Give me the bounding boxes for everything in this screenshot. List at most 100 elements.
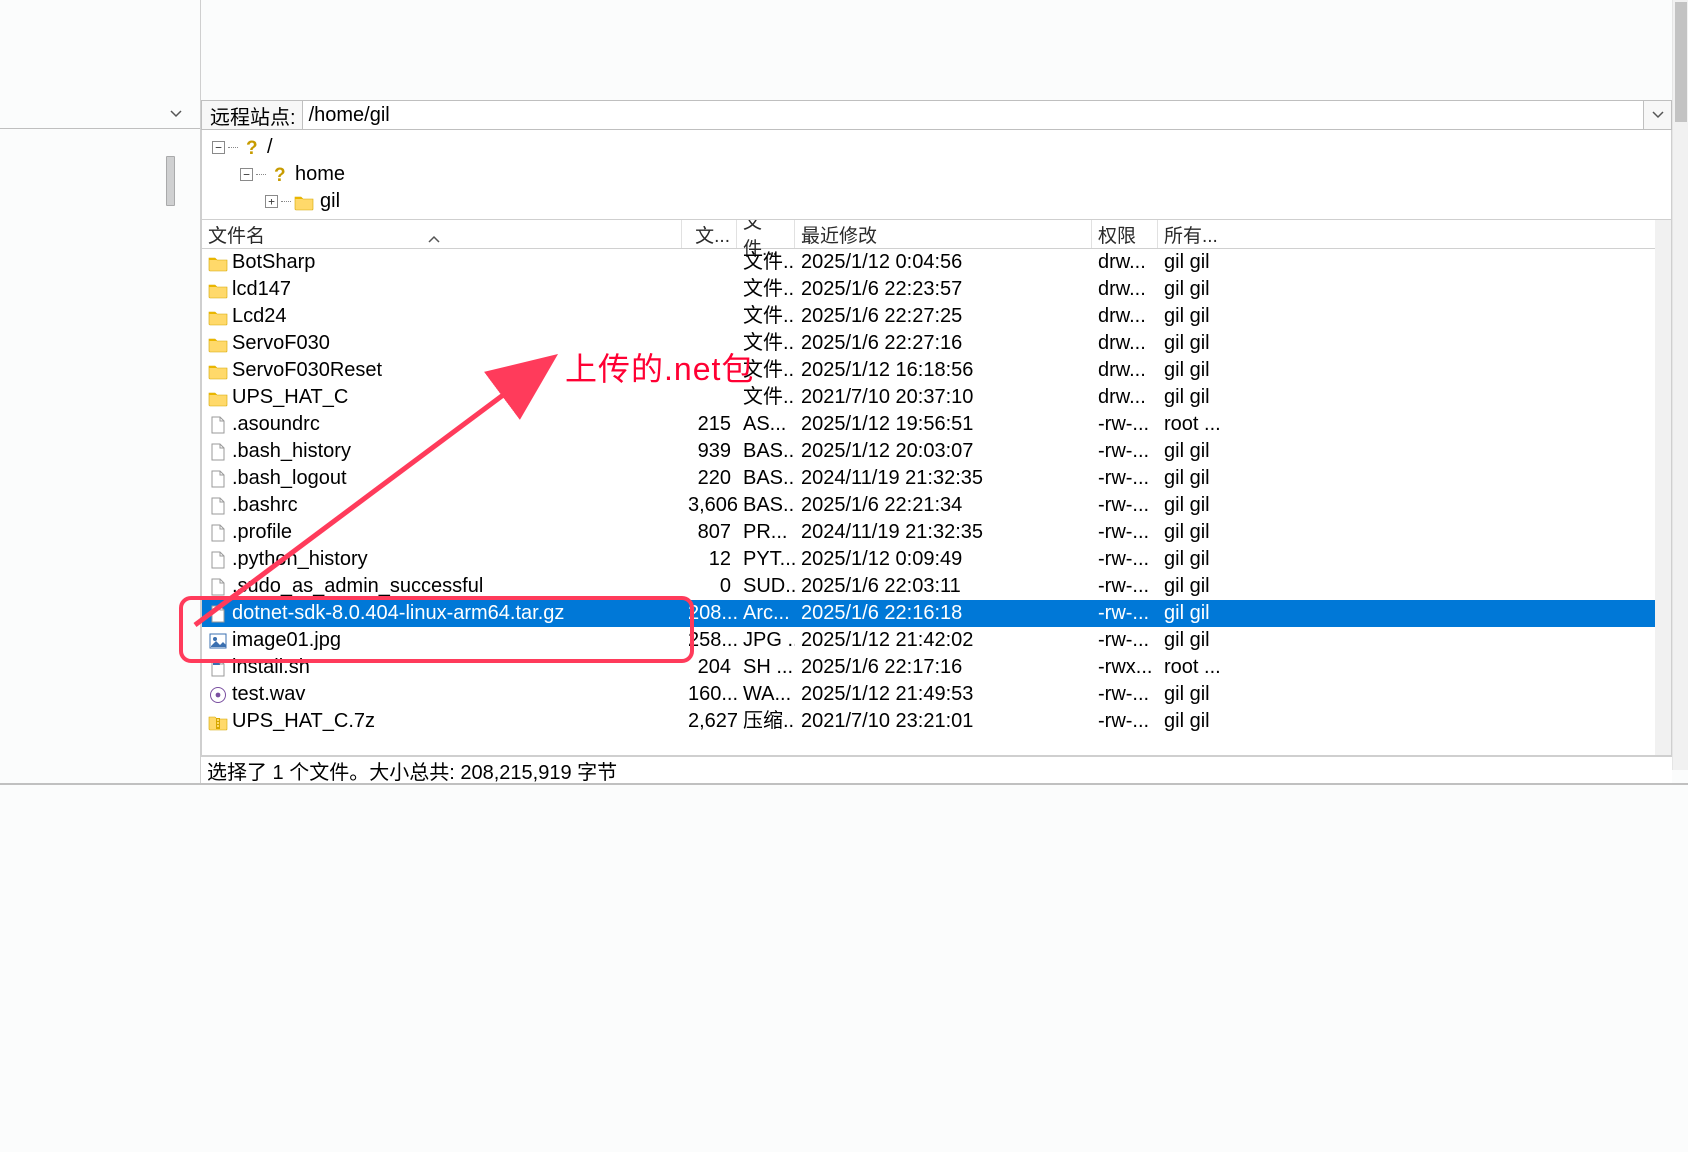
file-row[interactable]: .bashrc3,606BAS...2025/1/6 22:21:34-rw-.… xyxy=(202,492,1671,519)
file-name-cell: .bash_history xyxy=(202,438,682,465)
file-owner-cell: gil gil xyxy=(1158,492,1671,519)
file-name-label: Lcd24 xyxy=(232,303,287,330)
file-perm-cell: drw... xyxy=(1092,357,1158,384)
file-perm-cell: -rw-... xyxy=(1092,519,1158,546)
column-header-size[interactable]: 文... xyxy=(682,220,737,248)
file-perm-cell: -rw-... xyxy=(1092,411,1158,438)
file-icon xyxy=(208,578,228,596)
file-name-cell: .bashrc xyxy=(202,492,682,519)
file-perm-cell: -rw-... xyxy=(1092,708,1158,735)
file-name-cell: BotSharp xyxy=(202,249,682,276)
remote-tree: − / − home + gil xyxy=(201,130,1672,220)
local-path-dropdown[interactable] xyxy=(164,102,188,126)
file-type-cell: PR... xyxy=(737,519,795,546)
file-owner-cell: gil gil xyxy=(1158,303,1671,330)
audio-icon xyxy=(208,686,228,704)
file-size-cell: 939 xyxy=(682,438,737,465)
file-name-cell: Lcd24 xyxy=(202,303,682,330)
file-name-label: lcd147 xyxy=(232,276,291,303)
tree-node-home[interactable]: − home xyxy=(212,161,1671,188)
file-name-label: .bash_logout xyxy=(232,465,347,492)
file-row[interactable]: install.sh204SH ...2025/1/6 22:17:16-rwx… xyxy=(202,654,1671,681)
panel-splitter[interactable] xyxy=(166,156,175,206)
file-size-cell: 204 xyxy=(682,654,737,681)
file-perm-cell: drw... xyxy=(1092,249,1158,276)
file-name-label: .sudo_as_admin_successful xyxy=(232,573,483,600)
window-scrollbar[interactable] xyxy=(1672,0,1688,770)
file-name-label: .bash_history xyxy=(232,438,351,465)
file-name-cell: ServoF030Reset xyxy=(202,357,682,384)
file-owner-cell: gil gil xyxy=(1158,357,1671,384)
file-icon xyxy=(208,470,228,488)
file-size-cell: 208... xyxy=(682,600,737,627)
file-row[interactable]: ServoF030Reset 文件...2025/1/12 16:18:56drw… xyxy=(202,357,1671,384)
file-size-cell: 258... xyxy=(682,627,737,654)
tree-node-label: gil xyxy=(317,190,340,213)
file-row[interactable]: .bash_logout220BAS...2024/11/19 21:32:35… xyxy=(202,465,1671,492)
file-row[interactable]: UPS_HAT_C文件...2021/7/10 20:37:10drw...gi… xyxy=(202,384,1671,411)
file-owner-cell: gil gil xyxy=(1158,330,1671,357)
column-header-mtime[interactable]: 最近修改 xyxy=(795,220,1092,248)
panel-divider xyxy=(0,783,1688,785)
file-row[interactable]: UPS_HAT_C.7z2,627压缩...2021/7/10 23:21:01… xyxy=(202,708,1671,735)
file-name-label: ServoF030Reset xyxy=(232,357,382,384)
file-owner-cell: gil gil xyxy=(1158,519,1671,546)
file-size-cell: 2,627 xyxy=(682,708,737,735)
file-row[interactable]: BotSharp文件...2025/1/12 0:04:56drw...gil … xyxy=(202,249,1671,276)
file-type-cell: 文件... xyxy=(737,303,795,330)
file-icon xyxy=(208,416,228,434)
column-header-type[interactable]: 文件... xyxy=(737,220,795,248)
file-name-label: .python_history xyxy=(232,546,368,573)
column-header-owner[interactable]: 所有... xyxy=(1158,220,1671,248)
file-row[interactable]: ServoF030文件...2025/1/6 22:27:16drw...gil… xyxy=(202,330,1671,357)
file-mtime-cell: 2025/1/12 16:18:56 xyxy=(795,357,1092,384)
scrollbar-thumb[interactable] xyxy=(1675,2,1687,122)
file-row[interactable]: image01.jpg258...JPG ...2025/1/12 21:42:… xyxy=(202,627,1671,654)
file-row[interactable]: .sudo_as_admin_successful0SUD...2025/1/6… xyxy=(202,573,1671,600)
file-perm-cell: -rwx... xyxy=(1092,654,1158,681)
file-row[interactable]: dotnet-sdk-8.0.404-linux-arm64.tar.gz208… xyxy=(202,600,1671,627)
remote-site-label: 远程站点: xyxy=(202,101,303,129)
file-name-cell: .profile xyxy=(202,519,682,546)
file-row[interactable]: .bash_history939BAS...2025/1/12 20:03:07… xyxy=(202,438,1671,465)
file-name-cell: lcd147 xyxy=(202,276,682,303)
tree-node-root[interactable]: − / xyxy=(212,134,1671,161)
file-perm-cell: drw... xyxy=(1092,384,1158,411)
tree-node-gil[interactable]: + gil xyxy=(212,188,1671,215)
file-owner-cell: gil gil xyxy=(1158,600,1671,627)
file-row[interactable]: .profile807PR...2024/11/19 21:32:35-rw-.… xyxy=(202,519,1671,546)
file-list-scrollbar[interactable] xyxy=(1655,220,1671,755)
file-type-cell: JPG ... xyxy=(737,627,795,654)
file-type-cell: BAS... xyxy=(737,492,795,519)
file-type-cell: PYT... xyxy=(737,546,795,573)
column-header-perm[interactable]: 权限 xyxy=(1092,220,1158,248)
tree-collapse-icon[interactable]: − xyxy=(240,168,253,181)
file-mtime-cell: 2025/1/6 22:03:11 xyxy=(795,573,1092,600)
file-type-cell: WA... xyxy=(737,681,795,708)
file-type-cell: 文件... xyxy=(737,357,795,384)
file-icon xyxy=(208,524,228,542)
file-mtime-cell: 2025/1/6 22:17:16 xyxy=(795,654,1092,681)
folder-icon xyxy=(294,193,314,211)
file-row[interactable]: Lcd24文件...2025/1/6 22:27:25drw...gil gil xyxy=(202,303,1671,330)
remote-path-input[interactable]: /home/gil xyxy=(303,101,1643,129)
file-row[interactable]: lcd147文件...2025/1/6 22:23:57drw...gil gi… xyxy=(202,276,1671,303)
file-size-cell: 3,606 xyxy=(682,492,737,519)
folder-icon xyxy=(208,362,228,380)
file-mtime-cell: 2025/1/12 20:03:07 xyxy=(795,438,1092,465)
file-row[interactable]: .asoundrc215AS...2025/1/12 19:56:51-rw-.… xyxy=(202,411,1671,438)
file-name-cell: install.sh xyxy=(202,654,682,681)
file-perm-cell: -rw-... xyxy=(1092,492,1158,519)
file-size-cell: 807 xyxy=(682,519,737,546)
question-folder-icon xyxy=(241,139,261,157)
file-mtime-cell: 2025/1/6 22:21:34 xyxy=(795,492,1092,519)
file-owner-cell: gil gil xyxy=(1158,627,1671,654)
tree-collapse-icon[interactable]: − xyxy=(212,141,225,154)
tree-expand-icon[interactable]: + xyxy=(265,195,278,208)
folder-icon xyxy=(208,389,228,407)
file-name-cell: .asoundrc xyxy=(202,411,682,438)
remote-path-dropdown[interactable] xyxy=(1643,101,1671,129)
file-row[interactable]: .python_history12PYT...2025/1/12 0:09:49… xyxy=(202,546,1671,573)
column-header-name[interactable]: 文件名 xyxy=(202,220,682,248)
file-row[interactable]: test.wav160...WA...2025/1/12 21:49:53-rw… xyxy=(202,681,1671,708)
